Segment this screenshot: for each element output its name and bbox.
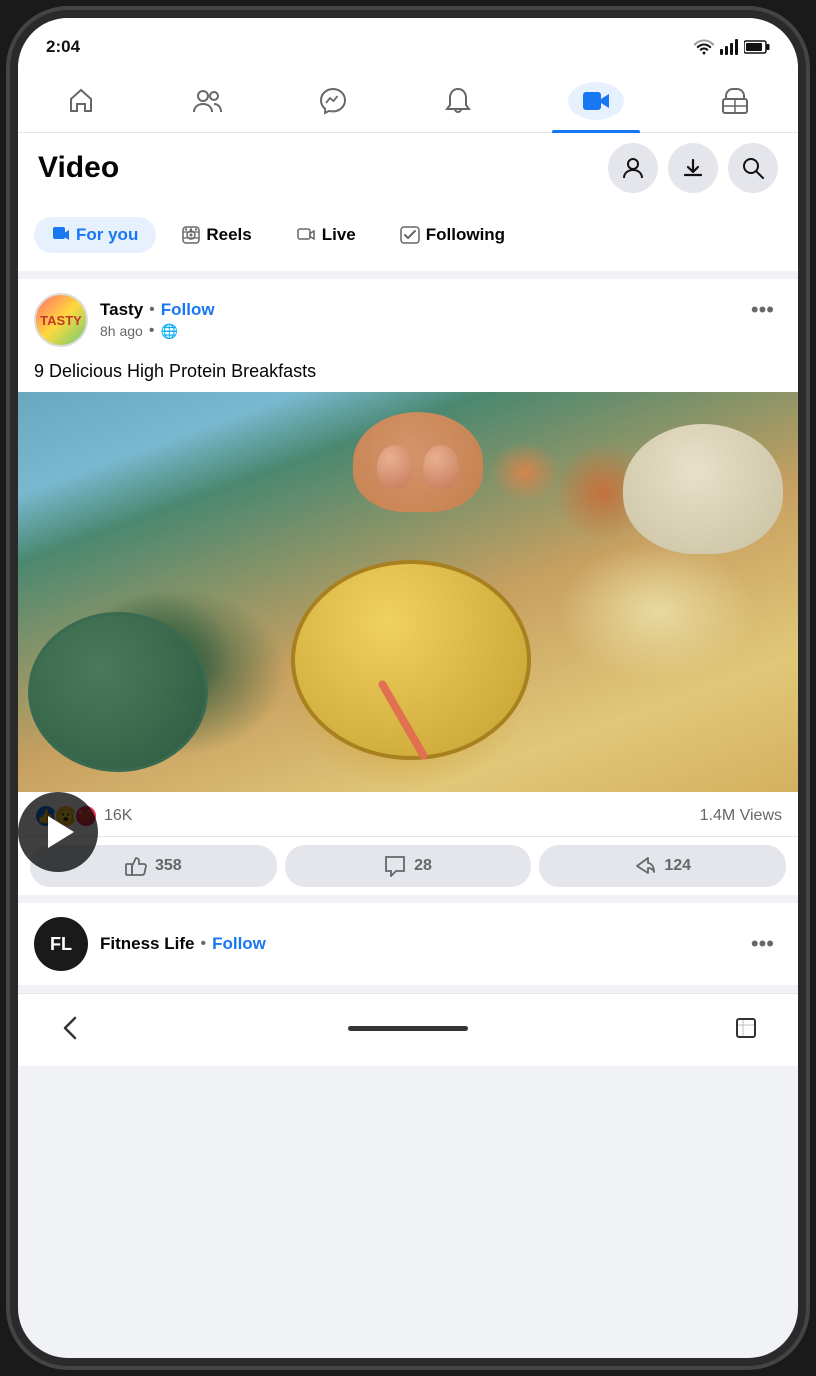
nav-active-indicator — [552, 130, 640, 133]
action-buttons-1: 358 28 124 — [18, 837, 798, 895]
reels-tab-label: Reels — [206, 225, 251, 245]
meta-dot-1: • — [149, 322, 155, 340]
bowl-main — [291, 560, 531, 760]
nav-item-menu[interactable] — [705, 83, 765, 119]
home-icon — [67, 87, 95, 115]
author-name-2[interactable]: Fitness Life — [100, 934, 194, 954]
status-time: 2:04 — [46, 37, 80, 57]
nav-item-friends[interactable] — [176, 84, 238, 118]
whisk — [377, 679, 429, 761]
post-author-info-1: TASTY Tasty • Follow 8h ago • 🌐 — [34, 293, 215, 347]
dot-separator-1: • — [149, 301, 155, 319]
page-title: Video — [38, 151, 119, 185]
avatar-tasty[interactable]: TASTY — [34, 293, 88, 347]
home-indicator[interactable] — [348, 1026, 468, 1031]
nav-bar — [18, 70, 798, 133]
bowl-eggs — [353, 412, 483, 512]
status-bar: 2:04 — [18, 18, 798, 70]
author-details-1: Tasty • Follow 8h ago • 🌐 — [100, 300, 215, 340]
page-header: Video — [18, 133, 798, 207]
battery-icon — [744, 40, 770, 54]
live-tab-label: Live — [322, 225, 356, 245]
share-count: 124 — [664, 857, 691, 875]
post-meta-1: 8h ago • 🌐 — [100, 322, 215, 340]
author-name-row-1: Tasty • Follow — [100, 300, 215, 320]
more-options-button-2[interactable]: ••• — [743, 927, 782, 961]
share-action-button[interactable]: 124 — [539, 845, 786, 887]
comment-count: 28 — [414, 857, 432, 875]
video-container-1[interactable] — [18, 392, 798, 792]
phone-frame: 2:04 — [18, 18, 798, 1358]
egg-2 — [423, 445, 459, 489]
author-details-2: Fitness Life • Follow — [100, 934, 266, 954]
video-icon — [582, 90, 610, 112]
for-you-tab-label: For you — [76, 225, 138, 245]
back-icon — [63, 1016, 77, 1040]
tab-live[interactable]: Live — [278, 217, 374, 253]
nav-item-messenger[interactable] — [303, 83, 363, 119]
video-thumbnail-1 — [18, 392, 798, 792]
post-time-1: 8h ago — [100, 323, 143, 339]
egg-1 — [377, 445, 413, 489]
post-card-1: TASTY Tasty • Follow 8h ago • 🌐 — [18, 279, 798, 895]
person-icon — [622, 157, 644, 179]
share-icon — [634, 855, 656, 877]
more-options-button-1[interactable]: ••• — [743, 293, 782, 327]
comment-icon — [384, 855, 406, 877]
post-header-1: TASTY Tasty • Follow 8h ago • 🌐 — [18, 279, 798, 355]
post-author-info-2: FL Fitness Life • Follow — [34, 917, 266, 971]
search-button[interactable] — [728, 143, 778, 193]
like-count: 358 — [155, 857, 182, 875]
feed: TASTY Tasty • Follow 8h ago • 🌐 — [18, 271, 798, 985]
post-text-1: 9 Delicious High Protein Breakfasts — [18, 355, 798, 392]
reactions-row-1: 👍 😮 ❤️ 16K 1.4M Views — [18, 792, 798, 837]
tab-for-you[interactable]: For you — [34, 217, 156, 253]
dot-separator-2: • — [200, 935, 206, 953]
author-name-1[interactable]: Tasty — [100, 300, 143, 320]
status-icons — [694, 39, 770, 55]
filter-tabs: For you Reels — [18, 207, 798, 271]
follow-button-1[interactable]: Follow — [161, 300, 215, 320]
reaction-count-1: 16K — [104, 807, 132, 825]
rotate-icon — [734, 1016, 758, 1040]
live-tab-icon — [296, 226, 316, 244]
bottom-bar — [18, 993, 798, 1066]
like-icon — [125, 855, 147, 877]
store-icon — [721, 87, 749, 115]
follow-button-2[interactable]: Follow — [212, 934, 266, 954]
nav-item-home[interactable] — [51, 83, 111, 119]
tab-following[interactable]: Following — [382, 217, 523, 253]
play-button-1[interactable] — [18, 792, 98, 872]
post-card-2: FL Fitness Life • Follow ••• — [18, 903, 798, 985]
globe-icon-1: 🌐 — [160, 323, 177, 340]
for-you-tab-icon — [52, 226, 70, 244]
download-icon — [682, 157, 704, 179]
nav-item-video[interactable] — [552, 78, 640, 124]
author-name-row-2: Fitness Life • Follow — [100, 934, 266, 954]
play-triangle-icon — [48, 816, 74, 848]
messenger-icon — [319, 87, 347, 115]
following-tab-icon — [400, 226, 420, 244]
reels-tab-icon — [182, 226, 200, 244]
search-icon — [742, 157, 764, 179]
friends-icon — [192, 88, 222, 114]
download-button[interactable] — [668, 143, 718, 193]
tab-reels[interactable]: Reels — [164, 217, 269, 253]
avatar-fitness[interactable]: FL — [34, 917, 88, 971]
header-actions — [608, 143, 778, 193]
notifications-icon — [445, 87, 471, 115]
signal-icon — [720, 39, 738, 55]
rotate-button[interactable] — [724, 1006, 768, 1050]
bowl-salad — [28, 612, 208, 772]
back-button[interactable] — [48, 1006, 92, 1050]
comment-action-button[interactable]: 28 — [285, 845, 532, 887]
profile-button[interactable] — [608, 143, 658, 193]
wifi-icon — [694, 39, 714, 55]
bowl-grain — [623, 424, 783, 554]
nav-item-notifications[interactable] — [429, 83, 487, 119]
following-tab-label: Following — [426, 225, 505, 245]
views-count-1: 1.4M Views — [700, 807, 782, 825]
